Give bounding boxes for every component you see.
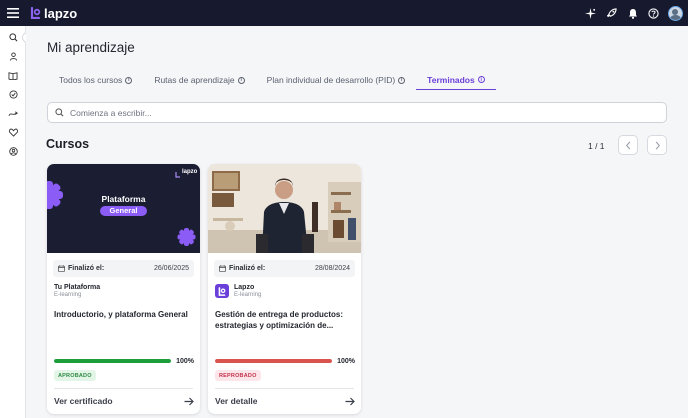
finalized-row: Finalizó el: 28/08/2024 [214, 260, 355, 277]
banner-title: Plataforma [101, 194, 146, 204]
banner-logo-text: lapzo [182, 169, 198, 175]
section-title: Cursos [46, 137, 90, 151]
search-box [47, 102, 667, 123]
page-title: Mi aprendizaje [47, 40, 135, 55]
calendar-icon [58, 265, 65, 272]
view-detail-link[interactable]: Ver detalle [215, 396, 355, 406]
action-label: Ver certificado [54, 396, 113, 406]
tabs: Todos los cursos i Rutas de aprendizaje … [48, 70, 496, 92]
course-card[interactable]: Finalizó el: 28/08/2024 Lapzo E-learning… [208, 164, 361, 414]
sidebar [0, 26, 26, 418]
team-icon[interactable] [0, 142, 26, 161]
lapzo-logo[interactable]: lapzo [30, 6, 77, 21]
progress-row: 100% [54, 357, 194, 365]
tab-rutas-de-aprendizaje[interactable]: Rutas de aprendizaje i [143, 70, 255, 90]
status-badge: APROBADO [54, 370, 96, 381]
provider-name: Tu Plataforma [54, 284, 101, 291]
logo-text: lapzo [44, 5, 78, 21]
tab-label: Rutas de aprendizaje [154, 75, 235, 85]
tab-todos-los-cursos[interactable]: Todos los cursos i [48, 70, 143, 90]
next-page-button[interactable] [647, 135, 667, 155]
finalized-label: Finalizó el: [229, 265, 266, 272]
lapzo-logo-icon [30, 7, 41, 19]
menu-icon[interactable] [0, 0, 26, 26]
view-certificate-link[interactable]: Ver certificado [54, 396, 194, 406]
pager-count: 1 / 1 [588, 141, 605, 151]
course-card[interactable]: Plataforma General lapzo Finalizó el: 26… [47, 164, 200, 414]
route-icon[interactable] [0, 104, 26, 123]
course-title: Gestión de entrega de productos: estrate… [215, 310, 344, 330]
provider-type: E-learning [234, 292, 262, 298]
progress-bar [215, 359, 332, 363]
sparkle-icon[interactable] [580, 0, 601, 26]
finalized-date: 26/06/2025 [153, 265, 189, 272]
tab-terminados[interactable]: Terminados i [416, 70, 496, 90]
progress-percent: 100% [176, 357, 194, 365]
finalized-date: 28/08/2024 [314, 265, 350, 272]
tab-pid[interactable]: Plan individual de desarrollo (PID) i [256, 70, 417, 90]
help-icon[interactable] [643, 0, 664, 26]
book-icon[interactable] [0, 66, 26, 85]
finalized-row: Finalizó el: 26/06/2025 [53, 260, 194, 277]
rocket-icon[interactable] [601, 0, 622, 26]
prev-page-button[interactable] [618, 135, 638, 155]
search-icon [55, 108, 64, 117]
badge-check-icon[interactable] [0, 85, 26, 104]
info-icon: i [398, 76, 406, 84]
main-content: Mi aprendizaje Todos los cursos i Rutas … [26, 26, 688, 418]
provider: Tu Plataforma E-learning [54, 284, 100, 298]
user-icon[interactable] [0, 47, 26, 66]
chevron-right-icon [655, 141, 660, 149]
tab-label: Terminados [427, 74, 475, 85]
finalized-label: Finalizó el: [68, 265, 105, 272]
provider-type: E-learning [54, 292, 82, 298]
tab-label: Plan individual de desarrollo (PID) [266, 75, 396, 85]
divider [54, 388, 193, 389]
progress-bar [54, 359, 171, 363]
arrow-right-icon [184, 397, 194, 405]
calendar-icon [219, 265, 226, 272]
course-photo [208, 164, 361, 253]
provider-name: Lapzo [234, 284, 255, 291]
chevron-left-icon [625, 141, 630, 149]
user-avatar[interactable] [668, 5, 683, 21]
arrow-right-icon [345, 397, 355, 405]
provider: Lapzo E-learning [215, 284, 261, 298]
heart-icon[interactable] [0, 123, 26, 142]
progress-percent: 100% [337, 357, 355, 365]
info-icon: i [477, 76, 485, 83]
info-icon: i [125, 76, 133, 84]
presenter-photo [208, 164, 361, 253]
action-label: Ver detalle [215, 396, 258, 406]
progress-track [215, 359, 332, 363]
search-input[interactable] [70, 107, 650, 118]
status-badge: REPROBADO [215, 370, 261, 381]
top-bar: lapzo [0, 0, 688, 26]
banner-subtitle: General [100, 206, 147, 216]
divider [215, 388, 354, 389]
info-icon: i [237, 76, 245, 84]
progress-row: 100% [215, 357, 355, 365]
lapzo-provider-logo-icon [215, 284, 229, 298]
course-title: Introductorio, y plataforma General [54, 310, 188, 319]
course-banner: Plataforma General lapzo [47, 164, 200, 253]
tab-label: Todos los cursos [59, 75, 123, 85]
progress-track [54, 359, 171, 363]
bell-icon[interactable] [622, 0, 643, 26]
